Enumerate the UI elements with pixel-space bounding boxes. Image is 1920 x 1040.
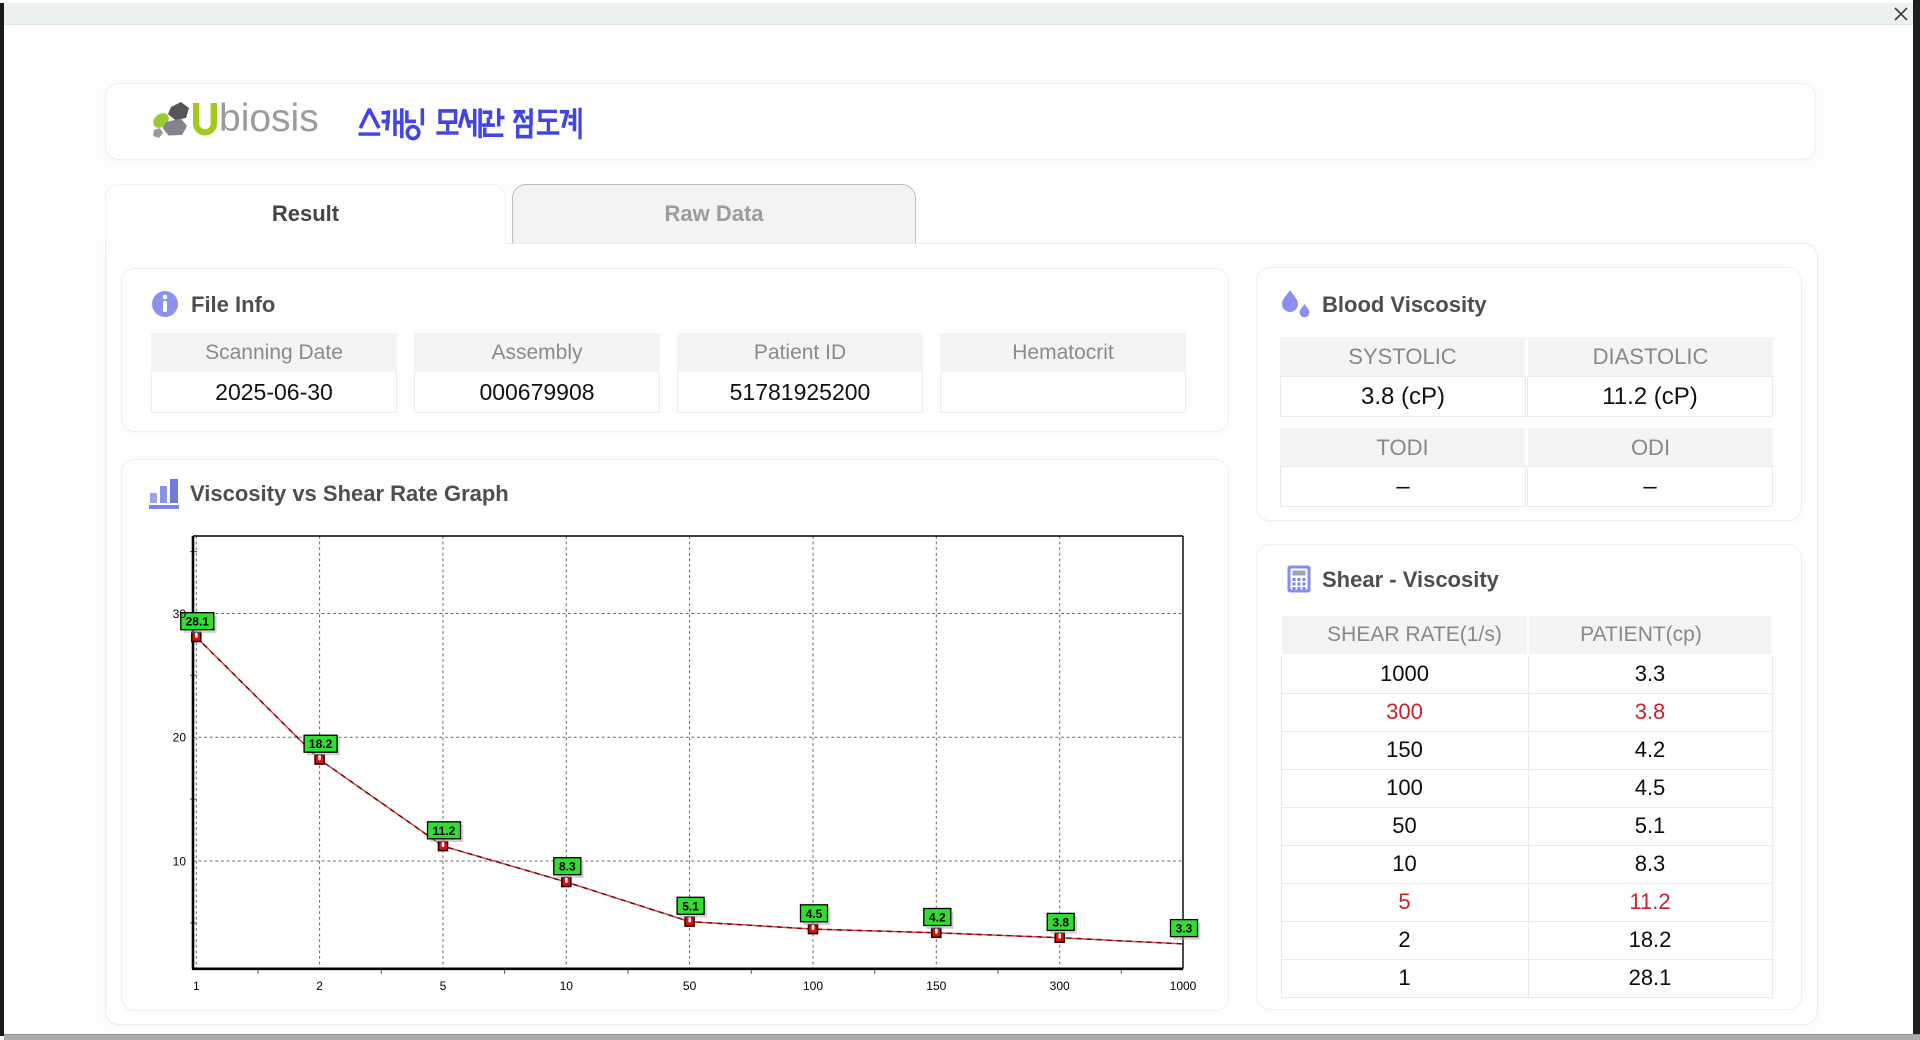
svg-text:28.1: 28.1: [186, 615, 210, 629]
svg-text:300: 300: [1050, 979, 1070, 993]
svg-text:11.2: 11.2: [433, 824, 456, 838]
svg-text:30: 30: [173, 607, 187, 621]
svg-text:4.2: 4.2: [929, 911, 946, 925]
svg-text:1: 1: [193, 979, 200, 993]
svg-text:1000: 1000: [1170, 979, 1197, 993]
svg-text:18.2: 18.2: [309, 737, 333, 751]
svg-text:20: 20: [173, 731, 187, 745]
svg-text:150: 150: [926, 979, 946, 993]
svg-text:10: 10: [560, 979, 574, 993]
svg-text:4.5: 4.5: [806, 907, 823, 921]
svg-text:100: 100: [803, 979, 823, 993]
svg-text:5.1: 5.1: [682, 899, 699, 913]
svg-text:2: 2: [316, 979, 323, 993]
svg-text:50: 50: [683, 979, 697, 993]
svg-text:8.3: 8.3: [559, 860, 576, 874]
svg-text:10: 10: [173, 855, 187, 869]
svg-text:3.8: 3.8: [1052, 915, 1069, 929]
svg-text:5: 5: [440, 979, 447, 993]
svg-text:3.3: 3.3: [1176, 922, 1193, 936]
